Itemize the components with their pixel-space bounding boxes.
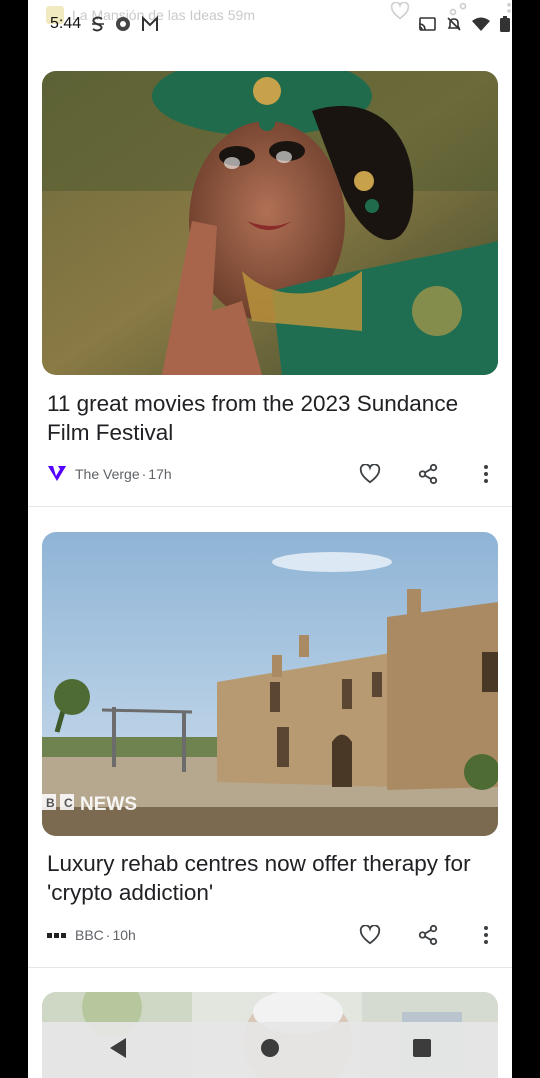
article-actions — [358, 923, 498, 947]
status-bar: La Mansión de las Ideas 59m 5:44 — [0, 0, 540, 46]
article-headline[interactable]: 11 great movies from the 2023 Sundance F… — [47, 389, 487, 447]
status-icons — [418, 16, 510, 32]
recents-icon[interactable] — [412, 1038, 432, 1063]
more-options-icon[interactable] — [474, 462, 498, 486]
status-time: 5:44 — [50, 15, 82, 32]
svg-text:B: B — [46, 796, 55, 810]
news-feed[interactable]: 11 great movies from the 2023 Sundance F… — [28, 0, 512, 1078]
verge-logo-icon — [47, 464, 67, 485]
screen: 11 great movies from the 2023 Sundance F… — [0, 0, 540, 1078]
separator: · — [141, 466, 147, 482]
cast-icon — [418, 17, 436, 31]
bbc-news-watermark: NEWS — [80, 794, 137, 815]
s-icon — [92, 16, 105, 32]
article-meta: BBC · 10h — [47, 923, 136, 947]
home-icon[interactable] — [260, 1038, 280, 1063]
villa-photo: B C NEWS — [42, 532, 498, 836]
article-image-crypto[interactable]: B C NEWS — [42, 532, 498, 836]
bbc-logo-icon — [47, 927, 67, 943]
svg-text:C: C — [64, 796, 73, 810]
share-icon[interactable] — [416, 923, 440, 947]
like-icon — [390, 2, 410, 20]
article-actions — [358, 462, 498, 486]
more-options-icon[interactable] — [474, 923, 498, 947]
article-source: The Verge — [75, 466, 140, 482]
like-icon[interactable] — [358, 923, 382, 947]
divider — [28, 506, 512, 507]
battery-icon — [500, 16, 510, 32]
article-headline[interactable]: Luxury rehab centres now offer therapy f… — [47, 849, 487, 907]
ghost-age: 59m — [227, 7, 255, 23]
bell-off-icon — [447, 17, 461, 31]
navigation-bar — [42, 1022, 498, 1078]
gmail-icon — [142, 16, 159, 31]
share-icon[interactable] — [416, 462, 440, 486]
article-age: 17h — [148, 466, 172, 482]
status-time-group: 5:44 — [50, 15, 159, 33]
article-meta: The Verge · 17h — [47, 462, 172, 486]
like-icon[interactable] — [358, 462, 382, 486]
chrome-icon — [116, 17, 131, 31]
back-icon[interactable] — [108, 1037, 128, 1064]
article-source: BBC — [75, 927, 104, 943]
article-age: 10h — [112, 927, 136, 943]
wifi-icon — [472, 17, 490, 31]
dancer-photo — [42, 71, 498, 375]
divider — [28, 967, 512, 968]
article-image-sundance[interactable] — [42, 71, 498, 375]
separator: · — [105, 927, 111, 943]
